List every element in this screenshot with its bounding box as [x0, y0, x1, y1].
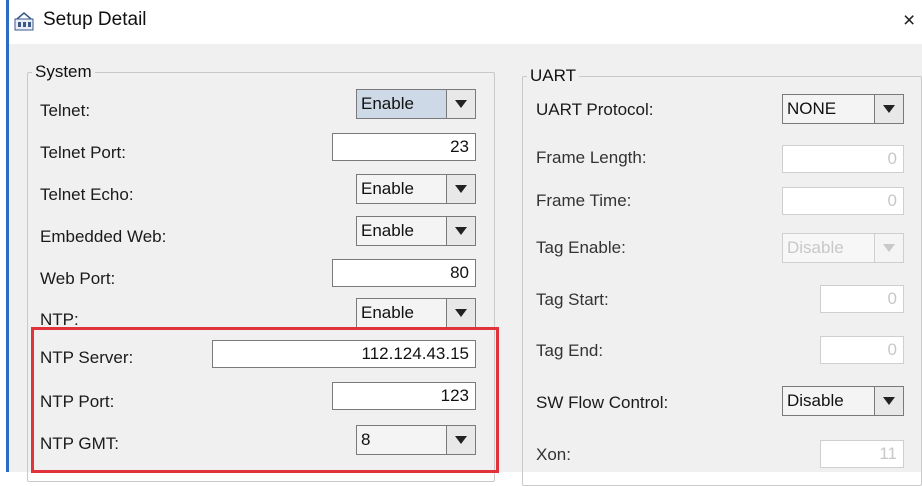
telnet-port-input[interactable]: 23: [332, 133, 476, 161]
chevron-down-icon[interactable]: [874, 233, 904, 263]
chevron-down-icon[interactable]: [446, 174, 476, 204]
tag-end-label: Tag End:: [536, 341, 604, 360]
window-title: Setup Detail: [43, 9, 147, 30]
chevron-down-icon[interactable]: [446, 298, 476, 328]
ntp-combobox[interactable]: Enable: [356, 298, 476, 328]
frame-time-label: Frame Time:: [536, 191, 632, 210]
close-icon[interactable]: ×: [903, 10, 915, 32]
sw-flow-control-value: Disable: [782, 386, 874, 416]
tag-start-input[interactable]: 0: [820, 285, 904, 313]
title-bar: Setup Detail ×: [0, 0, 922, 44]
tag-end-input[interactable]: 0: [820, 336, 904, 364]
frame-length-input[interactable]: 0: [782, 145, 904, 173]
telnet-echo-value: Enable: [356, 174, 446, 204]
telnet-value: Enable: [356, 89, 446, 119]
ntp-highlight-box: [31, 327, 499, 473]
uart-group: UART: [522, 66, 922, 486]
telnet-combobox[interactable]: Enable: [356, 89, 476, 119]
frame-time-input[interactable]: 0: [782, 187, 904, 215]
chevron-down-icon[interactable]: [874, 386, 904, 416]
uart-protocol-value: NONE: [782, 94, 874, 124]
tag-enable-label: Tag Enable:: [536, 238, 626, 257]
setup-app-icon: [14, 12, 34, 31]
telnet-port-label: Telnet Port:: [40, 143, 126, 162]
tag-start-label: Tag Start:: [536, 290, 609, 309]
web-port-input[interactable]: 80: [332, 259, 476, 287]
tag-enable-value: Disable: [782, 233, 874, 263]
uart-legend: UART: [530, 66, 576, 85]
uart-protocol-label: UART Protocol:: [536, 100, 654, 119]
embedded-web-combobox[interactable]: Enable: [356, 216, 476, 246]
uart-protocol-combobox[interactable]: NONE: [782, 94, 904, 124]
ntp-value: Enable: [356, 298, 446, 328]
sw-flow-control-label: SW Flow Control:: [536, 393, 669, 412]
telnet-echo-label: Telnet Echo:: [40, 185, 134, 204]
chevron-down-icon[interactable]: [446, 216, 476, 246]
xon-label: Xon:: [536, 445, 571, 464]
tag-enable-combobox[interactable]: Disable: [782, 233, 904, 263]
frame-length-label: Frame Length:: [536, 148, 647, 167]
system-legend: System: [35, 62, 92, 81]
web-port-label: Web Port:: [40, 269, 116, 288]
telnet-label: Telnet:: [40, 101, 91, 120]
embedded-web-value: Enable: [356, 216, 446, 246]
chevron-down-icon[interactable]: [446, 89, 476, 119]
embedded-web-label: Embedded Web:: [40, 227, 167, 246]
xon-input[interactable]: 11: [820, 440, 904, 468]
chevron-down-icon[interactable]: [874, 94, 904, 124]
sw-flow-control-combobox[interactable]: Disable: [782, 386, 904, 416]
telnet-echo-combobox[interactable]: Enable: [356, 174, 476, 204]
